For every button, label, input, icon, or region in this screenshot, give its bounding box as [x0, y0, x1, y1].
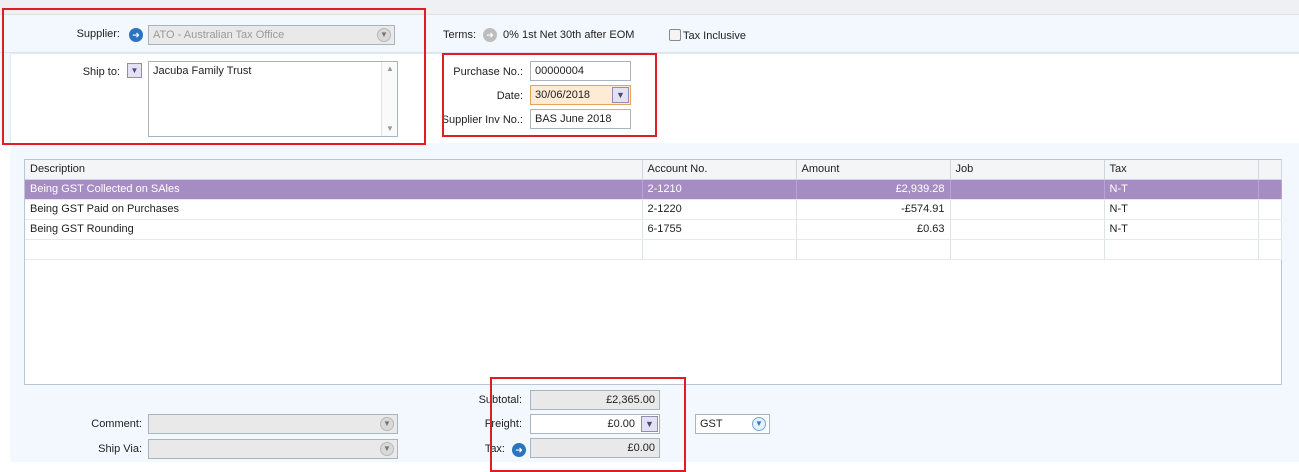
freight-tax-code-value: GST: [700, 418, 723, 430]
column-header-amount[interactable]: Amount: [796, 160, 951, 180]
cell-job[interactable]: [950, 199, 1105, 220]
cell-account[interactable]: 6-1755: [642, 219, 797, 240]
supplier-field[interactable]: ATO - Australian Tax Office ▼: [148, 25, 395, 45]
scroll-down-icon[interactable]: ▼: [382, 122, 398, 136]
tax-field: £0.00: [530, 438, 660, 458]
cell-description[interactable]: Being GST Rounding: [25, 219, 643, 240]
ship-to-value: Jacuba Family Trust: [153, 65, 252, 77]
supplier-arrow-icon[interactable]: ➜: [129, 28, 143, 42]
date-label: Date:: [496, 90, 523, 102]
cell-empty[interactable]: [25, 239, 643, 260]
chevron-down-icon[interactable]: ▼: [752, 417, 766, 431]
tax-label: Tax:: [484, 443, 505, 455]
ship-via-label: Ship Via:: [98, 443, 142, 455]
cell-empty[interactable]: [796, 239, 951, 260]
scroll-up-icon[interactable]: ▲: [382, 62, 398, 76]
tax-arrow-icon[interactable]: ➜: [512, 443, 526, 457]
cell-empty[interactable]: [950, 239, 1105, 260]
cell-job[interactable]: [950, 219, 1105, 240]
supplier-value: ATO - Australian Tax Office: [153, 29, 285, 41]
grid-header-row: Description Account No. Amount Job Tax: [25, 160, 1282, 180]
subtotal-field: £2,365.00: [530, 390, 660, 410]
supplier-inv-label: Supplier Inv No.:: [441, 114, 523, 126]
freight-dropdown-icon[interactable]: ▼: [641, 416, 658, 432]
freight-label: Freight:: [484, 418, 522, 430]
cell-account[interactable]: 2-1220: [642, 199, 797, 220]
ship-to-scrollbar[interactable]: ▲ ▼: [381, 62, 397, 136]
cell-tax[interactable]: N-T: [1104, 199, 1259, 220]
terms-value: 0% 1st Net 30th after EOM: [503, 29, 635, 41]
comment-field[interactable]: ▼: [148, 414, 398, 434]
freight-value: £0.00: [607, 418, 635, 430]
cell-account[interactable]: 2-1210: [642, 179, 797, 200]
cell-description[interactable]: Being GST Paid on Purchases: [25, 199, 643, 220]
window-top-strip: [0, 0, 1299, 15]
tax-inclusive-label: Tax Inclusive: [683, 30, 746, 42]
cell-amount[interactable]: £2,939.28: [796, 179, 951, 200]
column-header-description[interactable]: Description: [25, 160, 643, 180]
table-row[interactable]: Being GST Rounding 6-1755 £0.63 N-T: [25, 219, 1282, 240]
ship-via-field[interactable]: ▼: [148, 439, 398, 459]
table-row[interactable]: Being GST Collected on SAles 2-1210 £2,9…: [25, 179, 1282, 200]
cell-amount[interactable]: -£574.91: [796, 199, 951, 220]
cell-filler: [1258, 199, 1282, 220]
ship-to-dropdown-icon[interactable]: ▼: [127, 63, 142, 78]
freight-field[interactable]: £0.00 ▼: [530, 414, 660, 434]
line-items-grid[interactable]: Description Account No. Amount Job Tax B…: [24, 159, 1282, 385]
purchase-no-field[interactable]: 00000004: [530, 61, 631, 81]
tax-inclusive-checkbox[interactable]: [669, 29, 681, 41]
purchase-no-label: Purchase No.:: [453, 66, 523, 78]
column-header-filler: [1258, 160, 1282, 180]
cell-tax[interactable]: N-T: [1104, 219, 1259, 240]
supplier-label: Supplier:: [76, 28, 120, 40]
terms-arrow-icon[interactable]: ➜: [483, 28, 497, 42]
calendar-dropdown-icon[interactable]: ▼: [612, 87, 629, 103]
cell-empty[interactable]: [1104, 239, 1259, 260]
chevron-down-icon[interactable]: ▼: [377, 28, 391, 42]
cell-filler: [1258, 179, 1282, 200]
cell-tax[interactable]: N-T: [1104, 179, 1259, 200]
subtotal-label: Subtotal:: [478, 394, 522, 406]
cell-filler: [1258, 219, 1282, 240]
ship-to-label: Ship to:: [82, 66, 120, 78]
column-header-tax[interactable]: Tax: [1104, 160, 1259, 180]
cell-filler: [1258, 239, 1282, 260]
terms-label: Terms:: [443, 29, 476, 41]
date-field[interactable]: 30/06/2018 ▼: [530, 85, 631, 105]
column-header-job[interactable]: Job: [950, 160, 1105, 180]
comment-label: Comment:: [91, 418, 142, 430]
table-row-empty[interactable]: [25, 239, 1282, 260]
freight-tax-code-field[interactable]: GST ▼: [695, 414, 770, 434]
date-value: 30/06/2018: [535, 89, 591, 101]
table-row[interactable]: Being GST Paid on Purchases 2-1220 -£574…: [25, 199, 1282, 220]
cell-description[interactable]: Being GST Collected on SAles: [25, 179, 643, 200]
chevron-down-icon[interactable]: ▼: [380, 417, 394, 431]
column-header-account[interactable]: Account No.: [642, 160, 797, 180]
supplier-inv-field[interactable]: BAS June 2018: [530, 109, 631, 129]
cell-empty[interactable]: [642, 239, 797, 260]
ship-to-textarea[interactable]: Jacuba Family Trust ▲ ▼: [148, 61, 398, 137]
cell-amount[interactable]: £0.63: [796, 219, 951, 240]
cell-job[interactable]: [950, 179, 1105, 200]
chevron-down-icon[interactable]: ▼: [380, 442, 394, 456]
